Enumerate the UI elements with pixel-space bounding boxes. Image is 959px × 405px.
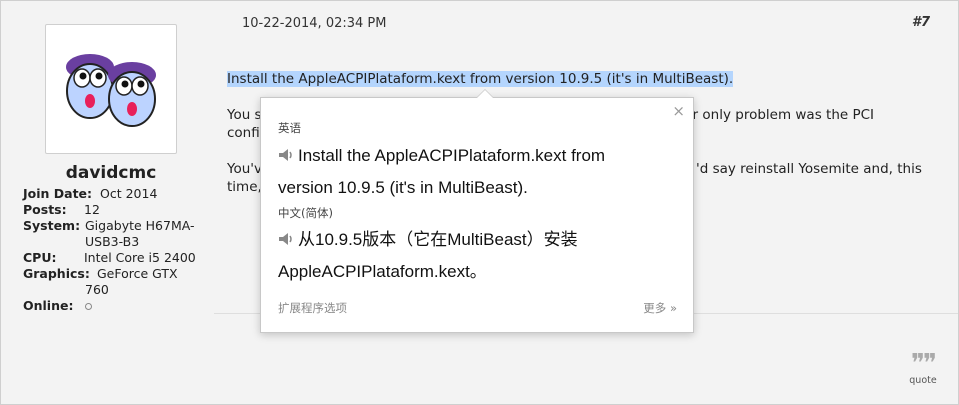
quote-label: quote bbox=[909, 375, 937, 386]
popup-arrow-inner bbox=[477, 90, 493, 98]
post-text: ur only problem was the PCI bbox=[684, 107, 875, 123]
post-text: confi bbox=[227, 125, 260, 141]
translated-text-line: 从10.9.5版本（它在MultiBeast）安装 bbox=[298, 230, 578, 249]
source-language-label: 英语 bbox=[278, 121, 301, 135]
source-text-line: Install the AppleACPIPlataform.kext from bbox=[298, 146, 606, 165]
close-icon[interactable]: × bbox=[672, 102, 685, 120]
info-key: Join Date: bbox=[23, 186, 93, 201]
info-value: 760 bbox=[85, 282, 109, 297]
info-value: Gigabyte H67MA- bbox=[85, 218, 195, 233]
offline-status-icon bbox=[85, 303, 92, 310]
user-info: Join Date: Oct 2014 Posts: 12 System: Gi… bbox=[23, 186, 203, 314]
info-value: Oct 2014 bbox=[100, 186, 158, 201]
quote-icon: ❞❞ bbox=[911, 349, 937, 379]
forum-post: davidcmc Join Date: Oct 2014 Posts: 12 S… bbox=[0, 0, 959, 405]
info-value: 12 bbox=[84, 202, 100, 217]
info-key: Posts: bbox=[23, 202, 67, 217]
avatar[interactable] bbox=[45, 24, 177, 154]
post-text: time, bbox=[227, 179, 262, 195]
translate-popup: × 英语 Install the AppleACPIPlataform.kext… bbox=[260, 89, 694, 333]
info-key: CPU: bbox=[23, 250, 57, 265]
quote-button[interactable]: ❞❞ quote bbox=[905, 349, 941, 386]
info-value: Intel Core i5 2400 bbox=[84, 250, 196, 265]
source-text: Install the AppleACPIPlataform.kext from… bbox=[278, 140, 678, 204]
translated-text: 从10.9.5版本（它在MultiBeast）安装 AppleACPIPlata… bbox=[278, 224, 678, 288]
posts-row: Posts: 12 bbox=[23, 202, 203, 218]
info-key: Online: bbox=[23, 298, 74, 313]
join-date-row: Join Date: Oct 2014 bbox=[23, 186, 203, 202]
post-date: 10-22-2014, 02:34 PM bbox=[242, 16, 387, 31]
system-row-cont: USB3-B3 bbox=[23, 234, 203, 250]
info-key: Graphics: bbox=[23, 266, 90, 281]
speaker-icon[interactable] bbox=[278, 232, 294, 246]
system-row: System: Gigabyte H67MA- bbox=[23, 218, 203, 234]
source-text-line: version 10.9.5 (it's in MultiBeast). bbox=[278, 178, 528, 197]
graphics-row: Graphics: GeForce GTX bbox=[23, 266, 203, 282]
graphics-row-cont: 760 bbox=[23, 282, 203, 298]
post-text: 'd say reinstall Yosemite and, this bbox=[696, 161, 922, 177]
info-value: GeForce GTX bbox=[97, 266, 178, 281]
online-row: Online: bbox=[23, 298, 203, 314]
avatar-image bbox=[66, 54, 156, 127]
target-language-label: 中文(简体) bbox=[278, 206, 333, 220]
post-text: You s bbox=[227, 107, 262, 123]
info-value: USB3-B3 bbox=[85, 234, 140, 249]
info-key: System: bbox=[23, 218, 81, 233]
more-link[interactable]: 更多 » bbox=[643, 300, 677, 316]
post-text: You'v bbox=[227, 161, 262, 177]
post-number-link[interactable]: #7 bbox=[912, 15, 930, 30]
username[interactable]: davidcmc bbox=[1, 163, 221, 183]
post-text-selected: Install the AppleACPIPlataform.kext from… bbox=[227, 71, 734, 87]
translated-text-line: AppleACPIPlataform.kext。 bbox=[278, 262, 487, 281]
extension-options-link[interactable]: 扩展程序选项 bbox=[278, 300, 347, 316]
cpu-row: CPU: Intel Core i5 2400 bbox=[23, 250, 203, 266]
speaker-icon[interactable] bbox=[278, 148, 294, 162]
